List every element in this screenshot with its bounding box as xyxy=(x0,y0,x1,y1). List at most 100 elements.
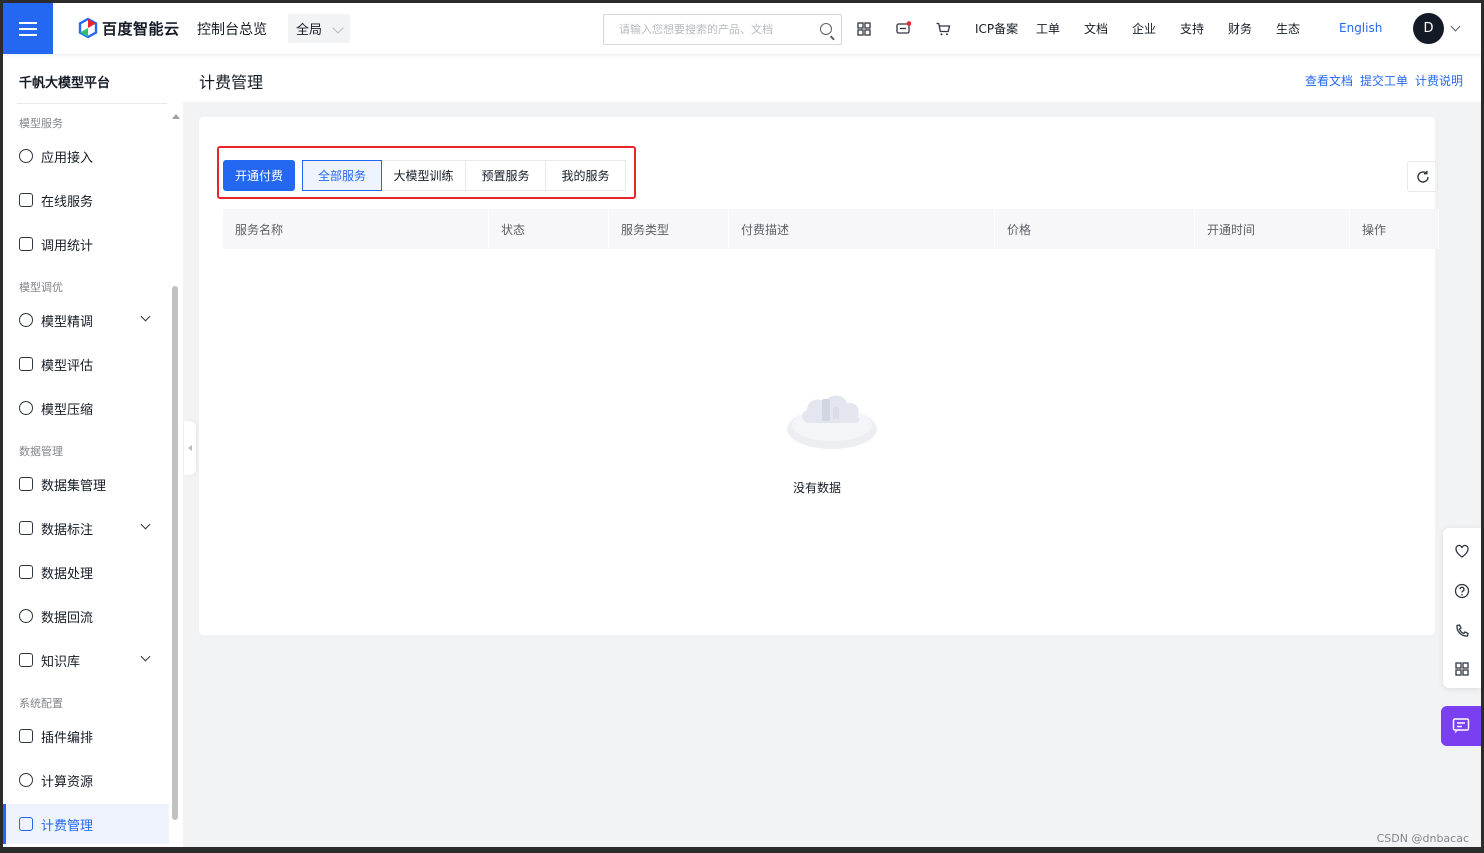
console-overview-link[interactable]: 控制台总览 xyxy=(197,19,267,39)
refresh-icon xyxy=(1416,170,1429,183)
empty-cloud-icon xyxy=(787,395,877,449)
sidebar-item-label: 数据处理 xyxy=(41,566,94,582)
tab-preset-services[interactable]: 预置服务 xyxy=(465,160,546,191)
sidebar-item-compress[interactable]: 模型压缩 xyxy=(3,388,169,428)
column-header-service-name[interactable]: 服务名称 xyxy=(223,209,489,249)
search-icon[interactable] xyxy=(820,23,832,35)
header-links: 查看文档 提交工单 计费说明 xyxy=(1305,72,1463,89)
app-access-icon xyxy=(19,149,33,163)
region-select[interactable]: 全局 xyxy=(288,14,350,43)
sidebar-item-label: 计算资源 xyxy=(41,774,94,790)
sidebar-item-annotate[interactable]: 数据标注 xyxy=(3,508,169,548)
submit-ticket-link[interactable]: 提交工单 xyxy=(1360,72,1408,89)
grid-apps-icon[interactable] xyxy=(1454,661,1470,677)
online-service-icon xyxy=(19,193,33,207)
app-window: 百度智能云 控制台总览 全局 ICP备案 工单 文档 xyxy=(3,3,1481,847)
billing-icon xyxy=(19,817,33,831)
sidebar-item-label: 数据回流 xyxy=(41,610,94,626)
divider xyxy=(17,103,167,104)
sidebar-item-data-process[interactable]: 数据处理 xyxy=(3,552,169,592)
nav-link-enterprise[interactable]: 企业 xyxy=(1132,20,1180,37)
sidebar-item-label: 模型压缩 xyxy=(41,402,94,418)
nav-link-icp[interactable]: ICP备案 xyxy=(975,20,1036,37)
nav-link-finance[interactable]: 财务 xyxy=(1228,20,1276,37)
tab-all-services[interactable]: 全部服务 xyxy=(302,160,382,191)
language-switch[interactable]: English xyxy=(1339,21,1382,35)
heart-icon[interactable] xyxy=(1454,543,1470,559)
sidebar-item-label: 在线服务 xyxy=(41,194,94,210)
floating-toolbar xyxy=(1443,528,1481,688)
sidebar-item-data-reflow[interactable]: 数据回流 xyxy=(3,596,169,636)
billing-explanation-link[interactable]: 计费说明 xyxy=(1415,72,1463,89)
nav-link-support[interactable]: 支持 xyxy=(1180,20,1228,37)
top-nav-links: ICP备案 工单 文档 企业 支持 财务 生态 xyxy=(975,20,1324,37)
phone-icon[interactable] xyxy=(1454,623,1470,639)
sidebar-collapse-handle[interactable] xyxy=(184,421,196,475)
column-header-service-type[interactable]: 服务类型 xyxy=(609,209,729,249)
chevron-down-icon[interactable] xyxy=(1450,21,1461,32)
sidebar-item-label: 模型精调 xyxy=(41,314,94,330)
scrollbar-thumb[interactable] xyxy=(172,286,178,820)
chevron-down-icon xyxy=(140,651,151,662)
sidebar-item-label: 调用统计 xyxy=(41,238,94,254)
sidebar-item-dataset[interactable]: 数据集管理 xyxy=(3,464,169,504)
menu-icon xyxy=(19,21,37,36)
refresh-button[interactable] xyxy=(1407,161,1438,192)
sidebar-item-app-access[interactable]: 应用接入 xyxy=(3,136,169,176)
region-value: 全局 xyxy=(296,23,323,38)
nav-link-ticket[interactable]: 工单 xyxy=(1036,20,1084,37)
sidebar-item-evaluate[interactable]: 模型评估 xyxy=(3,344,169,384)
column-header-price[interactable]: 价格 xyxy=(995,209,1195,249)
top-navigation-bar: 百度智能云 控制台总览 全局 ICP备案 工单 文档 xyxy=(3,3,1481,54)
baidu-cloud-logo-icon xyxy=(78,18,98,38)
hamburger-menu-button[interactable] xyxy=(3,3,53,54)
empty-state-text: 没有数据 xyxy=(792,481,841,495)
chevron-down-icon xyxy=(140,311,151,322)
dataset-icon xyxy=(19,477,33,491)
chevron-down-icon xyxy=(332,22,344,34)
column-header-open-time[interactable]: 开通时间 xyxy=(1195,209,1350,249)
search-input[interactable] xyxy=(619,23,809,36)
sidebar-scrollbar[interactable] xyxy=(172,114,180,838)
tab-llm-training[interactable]: 大模型训练 xyxy=(381,160,466,191)
column-header-actions[interactable]: 操作 xyxy=(1350,209,1439,249)
table-header: 服务名称 状态 服务类型 付费描述 价格 开通时间 操作 xyxy=(223,209,1439,249)
sidebar-item-stats[interactable]: 调用统计 xyxy=(3,224,169,264)
message-icon[interactable] xyxy=(895,21,911,37)
help-icon[interactable] xyxy=(1454,583,1470,599)
chat-assistant-button[interactable] xyxy=(1441,706,1481,746)
nav-link-ecosystem[interactable]: 生态 xyxy=(1276,20,1324,37)
sidebar-item-online-service[interactable]: 在线服务 xyxy=(3,180,169,220)
tab-my-services[interactable]: 我的服务 xyxy=(545,160,626,191)
sidebar-item-fine-tune[interactable]: 模型精调 xyxy=(3,300,169,340)
grid-apps-icon[interactable] xyxy=(856,21,872,37)
column-header-status[interactable]: 状态 xyxy=(489,209,609,249)
avatar[interactable]: D xyxy=(1413,13,1444,44)
data-reflow-icon xyxy=(19,609,33,623)
sidebar-item-label: 应用接入 xyxy=(41,150,94,166)
sidebar-item-label: 插件编排 xyxy=(41,730,94,746)
sidebar-item-label: 数据集管理 xyxy=(41,478,107,494)
sidebar-item-billing[interactable]: 计费管理 xyxy=(3,804,169,844)
sidebar-item-label: 模型评估 xyxy=(41,358,94,374)
knowledge-base-icon xyxy=(19,653,33,667)
plugin-icon xyxy=(19,729,33,743)
enable-billing-button[interactable]: 开通付费 xyxy=(223,160,295,191)
cart-icon[interactable] xyxy=(935,21,951,37)
brand-logo[interactable]: 百度智能云 xyxy=(78,17,180,39)
brand-name: 百度智能云 xyxy=(102,19,180,38)
nav-link-docs[interactable]: 文档 xyxy=(1084,20,1132,37)
data-process-icon xyxy=(19,565,33,579)
sidebar-item-knowledge-base[interactable]: 知识库 xyxy=(3,640,169,680)
search-box xyxy=(603,14,842,45)
evaluate-icon xyxy=(19,357,33,371)
compute-icon xyxy=(19,773,33,787)
scroll-up-icon[interactable] xyxy=(172,114,180,119)
stats-icon xyxy=(19,237,33,251)
sidebar-item-compute[interactable]: 计算资源 xyxy=(3,760,169,800)
page-header: 计费管理 查看文档 提交工单 计费说明 xyxy=(183,54,1481,102)
sidebar-item-label: 知识库 xyxy=(41,654,81,670)
column-header-billing-description[interactable]: 付费描述 xyxy=(729,209,995,249)
view-docs-link[interactable]: 查看文档 xyxy=(1305,72,1353,89)
sidebar-item-plugin[interactable]: 插件编排 xyxy=(3,716,169,756)
